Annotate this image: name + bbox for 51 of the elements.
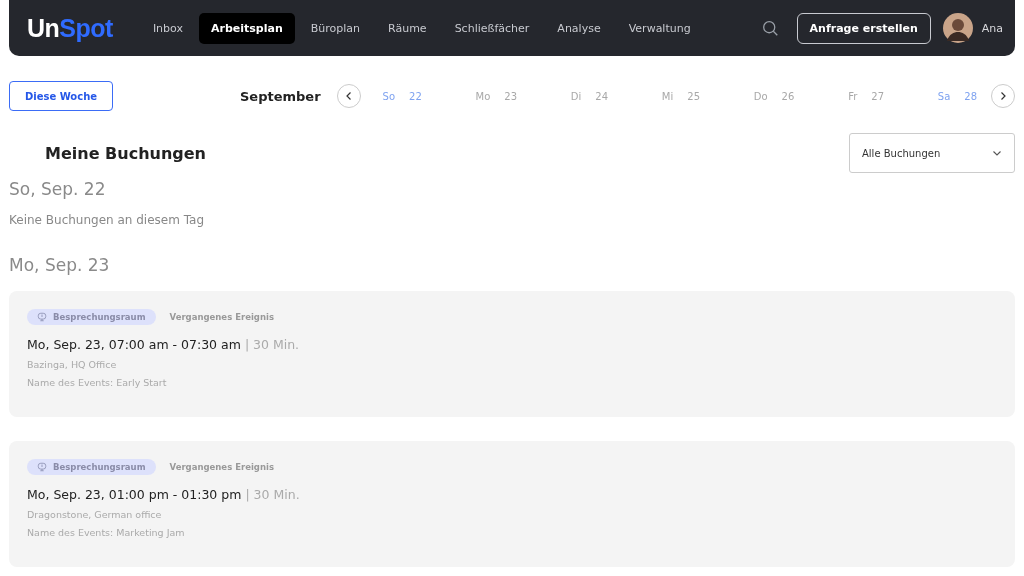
no-bookings-text: Keine Buchungen an diesem Tag bbox=[9, 213, 206, 227]
page-title: Meine Buchungen bbox=[45, 143, 206, 163]
day-number[interactable]: 25 bbox=[687, 90, 700, 102]
nav-tab[interactable]: Verwaltung bbox=[616, 12, 703, 44]
event-status: Vergangenes Ereignis bbox=[169, 462, 274, 472]
day-number[interactable]: 24 bbox=[595, 90, 609, 102]
avatar-icon[interactable] bbox=[942, 13, 973, 43]
event-name: Name des Events: Marketing Jam bbox=[27, 527, 186, 538]
booking-duration: | 30 Min. bbox=[244, 337, 300, 352]
booking-time: Mo, Sep. 23, 07:00 am - 07:30 am bbox=[27, 337, 241, 352]
day-number[interactable]: 26 bbox=[781, 90, 795, 102]
event-status: Vergangenes Ereignis bbox=[169, 312, 274, 322]
search-icon[interactable] bbox=[761, 19, 779, 37]
day-number[interactable]: 28 bbox=[964, 90, 977, 102]
nav-tab[interactable]: Analyse bbox=[545, 12, 613, 44]
room-icon bbox=[37, 312, 47, 322]
day-number[interactable]: 22 bbox=[409, 90, 422, 102]
this-week-button[interactable]: Diese Woche bbox=[9, 81, 113, 111]
nav-tab[interactable]: Schließfächer bbox=[442, 12, 542, 44]
booking-location: Dragonstone, German office bbox=[27, 509, 163, 520]
nav-tab[interactable]: Inbox bbox=[140, 12, 195, 44]
weekday-label[interactable]: Do bbox=[753, 90, 768, 102]
event-name: Name des Events: Early Start bbox=[27, 377, 168, 388]
booking-card[interactable]: Besprechungsraum Vergangenes Ereignis Mo, Sep. 23, 07:00 am - 07:30 am | 30 Min. Bazinga, HQ Office Name des Events: Early Start bbox=[9, 291, 1015, 417]
weekday-label[interactable]: Fr bbox=[848, 90, 858, 102]
create-request-button[interactable]: Anfrage erstellen bbox=[796, 12, 931, 44]
month-label: September bbox=[240, 88, 321, 104]
day-number[interactable]: 23 bbox=[504, 90, 518, 102]
bookings-filter-dropdown[interactable]: Alle Buchungen bbox=[849, 133, 1015, 173]
room-icon bbox=[37, 462, 47, 472]
booking-time: Mo, Sep. 23, 01:00 pm - 01:30 pm bbox=[27, 487, 242, 502]
weekday-label[interactable]: So bbox=[382, 90, 396, 102]
weekday-label[interactable]: Sa bbox=[937, 90, 951, 102]
tag-label: Besprechungsraum bbox=[53, 462, 146, 472]
booking-duration: | 30 Min. bbox=[245, 487, 300, 502]
nav-tab[interactable]: Arbeitsplan bbox=[199, 12, 295, 44]
booking-card[interactable]: Besprechungsraum Vergangenes Ereignis Mo, Sep. 23, 01:00 pm - 01:30 pm | 30 Min. Dragonstone, German office Name des Events: Marketing Jam bbox=[9, 441, 1015, 567]
nav-tab[interactable]: Büroplan bbox=[298, 12, 372, 44]
day-heading: So, Sep. 22 bbox=[9, 178, 107, 201]
weekday-label[interactable]: Mo bbox=[475, 90, 491, 102]
day-heading: Mo, Sep. 23 bbox=[9, 254, 111, 277]
user-name: Ana bbox=[981, 21, 1003, 35]
tag-label: Besprechungsraum bbox=[53, 312, 146, 322]
unspot-logo[interactable]: UnSpot bbox=[27, 13, 113, 43]
chevron-down-icon bbox=[992, 148, 1002, 158]
weekday-label[interactable]: Di bbox=[570, 90, 582, 102]
chevron-right-icon bbox=[998, 91, 1008, 101]
nav-tab[interactable]: Räume bbox=[376, 12, 439, 44]
booking-location: Bazinga, HQ Office bbox=[27, 359, 118, 370]
weekday-label[interactable]: Mi bbox=[661, 90, 674, 102]
day-number[interactable]: 27 bbox=[871, 90, 884, 102]
